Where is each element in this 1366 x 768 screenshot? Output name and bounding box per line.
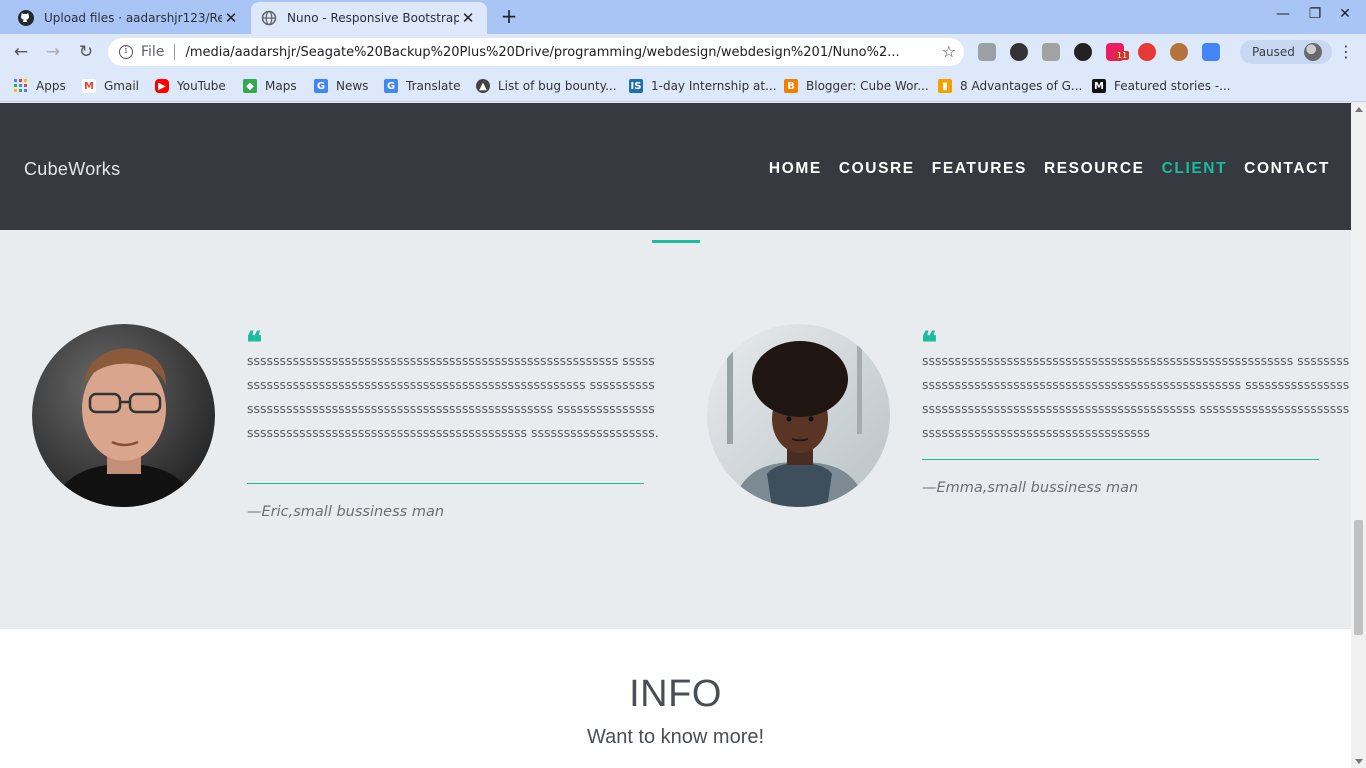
globe-icon	[261, 10, 277, 26]
bookmark-label: Blogger: Cube Wor...	[806, 79, 929, 93]
scroll-down-arrow-icon[interactable]	[1355, 759, 1363, 764]
browser-tab-strip: Upload files · aadarshjr123/Res ✕ Nuno -…	[0, 0, 1366, 34]
browser-menu-icon[interactable]: ⋮	[1338, 42, 1354, 61]
bookmark-label: News	[336, 79, 369, 93]
url-text[interactable]: /media/aadarshjr/Seagate%20Backup%20Plus…	[185, 45, 930, 60]
bug-icon: ▲	[476, 79, 490, 93]
translate-icon: G	[384, 79, 398, 93]
testimonial-divider	[247, 483, 644, 484]
info-subheading: Want to know more!	[586, 726, 765, 748]
bookmark-label: 8 Advantages of G...	[960, 79, 1083, 93]
address-bar[interactable]: i File /media/aadarshjr/Seagate%20Backup…	[108, 38, 964, 66]
bookmark-label: Featured stories -...	[1114, 79, 1231, 93]
youtube-icon: ▶	[155, 79, 169, 93]
bookmark-label: Translate	[406, 79, 461, 93]
avatar	[1304, 43, 1322, 61]
profile-status: Paused	[1252, 45, 1295, 59]
extension-target-icon[interactable]	[1138, 43, 1156, 61]
profile-button[interactable]: Paused	[1240, 40, 1332, 64]
bookmark-apps[interactable]: Apps	[14, 76, 66, 96]
nav-features[interactable]: FEATURES	[932, 160, 1027, 178]
extension-feather-icon[interactable]	[978, 43, 996, 61]
tab-upload-files[interactable]: Upload files · aadarshjr123/Res ✕	[8, 2, 250, 34]
blogger-icon: B	[784, 79, 798, 93]
site-info-icon[interactable]: i	[119, 45, 133, 59]
bookmark-bug-bounty[interactable]: ▲ List of bug bounty...	[476, 76, 617, 96]
bookmark-maps[interactable]: ◆ Maps	[243, 76, 297, 96]
bookmark-blogger[interactable]: B Blogger: Cube Wor...	[784, 76, 929, 96]
extension-m-icon[interactable]: 11	[1106, 43, 1130, 61]
nav-course[interactable]: COUSRE	[839, 160, 915, 178]
testimonial-quote-emma: ssssssssssssssssssssssssssssssssssssssss…	[922, 353, 1350, 440]
site-brand[interactable]: CubeWorks	[24, 159, 120, 180]
bookmark-featured-stories[interactable]: M Featured stories -...	[1092, 76, 1231, 96]
nav-home[interactable]: HOME	[769, 160, 822, 178]
news-icon: G	[314, 79, 328, 93]
cookie-icon[interactable]	[1170, 43, 1188, 61]
nav-client[interactable]: CLIENT	[1162, 160, 1228, 178]
bookmark-label: Gmail	[104, 79, 140, 93]
address-divider	[174, 44, 176, 60]
client-photo-eric	[32, 324, 215, 507]
scroll-up-arrow-icon[interactable]	[1355, 107, 1363, 112]
maps-icon: ◆	[243, 79, 257, 93]
info-heading: INFO	[629, 673, 722, 715]
apps-grid-icon	[14, 79, 28, 93]
bookmark-youtube[interactable]: ▶ YouTube	[155, 76, 226, 96]
tab-title: Upload files · aadarshjr123/Res	[44, 11, 222, 25]
back-icon[interactable]: ←	[10, 41, 32, 63]
bookmark-news[interactable]: G News	[314, 76, 368, 96]
extension-badge: 11	[1115, 51, 1130, 60]
client-photo-emma	[707, 324, 890, 507]
translate-extension-icon[interactable]	[1202, 43, 1220, 61]
bookmark-advantages[interactable]: ▮ 8 Advantages of G...	[938, 76, 1082, 96]
tab-title: Nuno - Responsive Bootstrap Th	[287, 11, 459, 25]
nav-resource[interactable]: RESOURCE	[1044, 160, 1145, 178]
bookmark-label: Maps	[265, 79, 297, 93]
bookmark-label: 1-day Internship at...	[651, 79, 777, 93]
section-accent-divider	[652, 240, 700, 243]
reload-icon[interactable]: ↻	[75, 41, 97, 63]
testimonial-author-emma: —Emma,small bussiness man	[922, 480, 1139, 496]
bookmarks-bar: Apps M Gmail ▶ YouTube ◆ Maps G News G T…	[0, 70, 1366, 102]
bookmark-label: Apps	[36, 79, 66, 93]
page-viewport: CubeWorks HOME COUSRE FEATURES RESOURCE …	[0, 103, 1351, 768]
info-section: INFO Want to know more!	[0, 629, 1351, 768]
bookmark-internship[interactable]: IS 1-day Internship at...	[629, 76, 777, 96]
is-icon: IS	[629, 79, 643, 93]
bookmark-star-icon[interactable]: ☆	[942, 42, 956, 61]
scrollbar-thumb[interactable]	[1354, 520, 1363, 635]
nav-contact[interactable]: CONTACT	[1244, 160, 1330, 178]
testimonial-divider	[922, 459, 1319, 460]
file-scheme-label: File	[141, 44, 165, 60]
bookmark-label: YouTube	[177, 79, 226, 93]
extension-gnome-icon[interactable]	[1074, 43, 1092, 61]
site-navbar: CubeWorks HOME COUSRE FEATURES RESOURCE …	[0, 103, 1351, 230]
bookmark-gmail[interactable]: M Gmail	[82, 76, 139, 96]
github-icon	[18, 10, 34, 26]
extension-ring-icon[interactable]	[1010, 43, 1028, 61]
tab-nuno-theme[interactable]: Nuno - Responsive Bootstrap Th ✕	[251, 2, 487, 34]
testimonial-author-eric: —Eric,small bussiness man	[247, 504, 445, 520]
restore-icon[interactable]: ❐	[1304, 6, 1326, 28]
minimize-icon[interactable]: —	[1272, 6, 1294, 28]
close-tab-icon[interactable]: ✕	[459, 9, 477, 27]
bookmark-label: List of bug bounty...	[498, 79, 617, 93]
gmail-icon: M	[82, 79, 96, 93]
testimonial-quote-eric: ssssssssssssssssssssssssssssssssssssssss…	[247, 353, 659, 440]
extension-k-icon[interactable]	[1042, 43, 1060, 61]
close-tab-icon[interactable]: ✕	[222, 9, 240, 27]
bookmark-translate[interactable]: G Translate	[384, 76, 461, 96]
forward-icon[interactable]: →	[42, 41, 64, 63]
medium-icon: M	[1092, 79, 1106, 93]
chart-icon: ▮	[938, 79, 952, 93]
new-tab-button[interactable]: +	[498, 5, 520, 27]
page-scrollbar[interactable]	[1351, 103, 1366, 768]
close-window-icon[interactable]: ✕	[1334, 6, 1356, 28]
browser-toolbar: ← → ↻ i File /media/aadarshjr/Seagate%20…	[0, 34, 1366, 70]
nav-links: HOME COUSRE FEATURES RESOURCE CLIENT CON…	[752, 160, 1330, 178]
